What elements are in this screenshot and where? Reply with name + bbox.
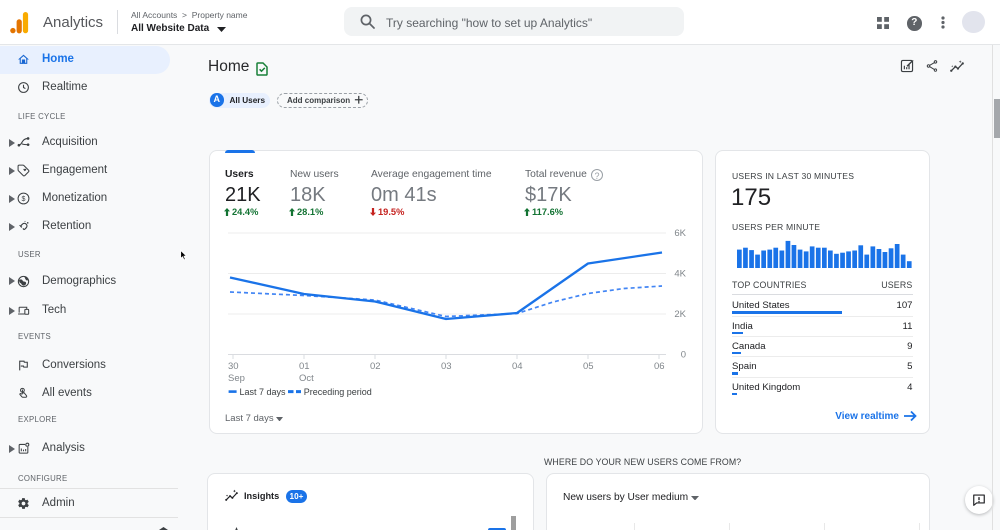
svg-text:Oct: Oct: [299, 373, 314, 384]
svg-text:30: 30: [228, 361, 239, 372]
svg-text:$: $: [22, 196, 26, 203]
svg-text:03: 03: [441, 361, 452, 372]
svg-text:Last 7 days: Last 7 days: [240, 387, 287, 397]
svg-text:05: 05: [583, 361, 594, 372]
svg-text:Sep: Sep: [228, 373, 245, 384]
svg-text:01: 01: [299, 361, 310, 372]
svg-text:04: 04: [512, 361, 523, 372]
svg-text:2K: 2K: [674, 309, 686, 320]
svg-text:6K: 6K: [674, 228, 686, 239]
svg-text:4K: 4K: [674, 269, 686, 280]
svg-text:Preceding period: Preceding period: [304, 387, 372, 397]
svg-text:06: 06: [654, 361, 665, 372]
svg-text:02: 02: [370, 361, 381, 372]
svg-text:0: 0: [681, 350, 686, 361]
